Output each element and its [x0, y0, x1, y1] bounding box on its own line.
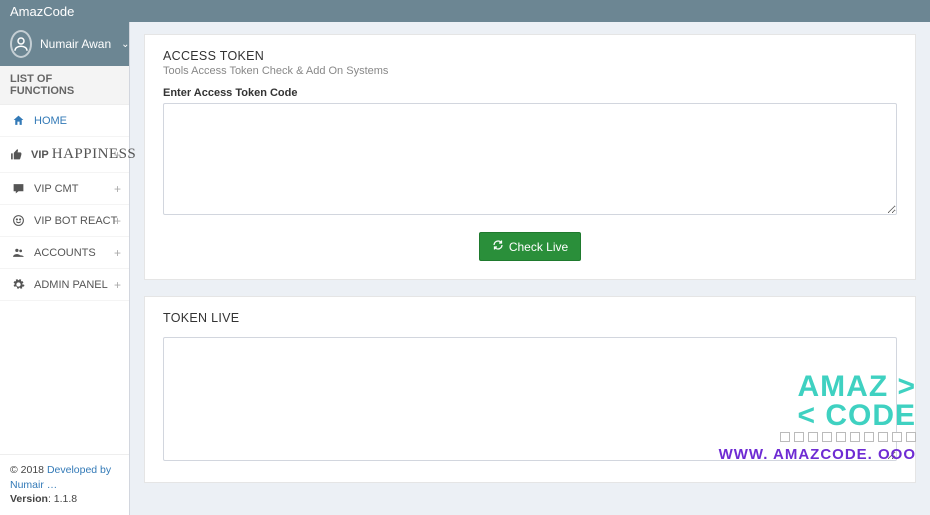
access-token-input[interactable] [163, 103, 897, 215]
sidebar-item-admin-panel[interactable]: ADMIN PANEL + [0, 269, 129, 301]
users-icon [10, 246, 26, 259]
panel-title: ACCESS TOKEN [163, 49, 897, 63]
sidebar-list-header: LIST OF FUNCTIONS [0, 66, 129, 105]
token-field-label: Enter Access Token Code [163, 87, 897, 99]
chevron-down-icon: ⌄ [121, 39, 129, 50]
sidebar: Numair Awan ⌄ LIST OF FUNCTIONS HOME VIP… [0, 22, 130, 515]
thumbs-up-icon [10, 148, 23, 161]
expand-icon: + [114, 148, 121, 162]
comment-icon [10, 182, 26, 195]
sidebar-item-vip-cmt[interactable]: VIP CMT + [0, 173, 129, 205]
refresh-icon [492, 239, 504, 254]
sidebar-item-label: ACCOUNTS [34, 247, 96, 259]
sidebar-item-vip-happiness[interactable]: VIP HAPPINESS + [0, 137, 129, 173]
smile-icon [10, 214, 26, 227]
expand-icon: + [114, 246, 121, 260]
expand-icon: + [114, 278, 121, 292]
user-block[interactable]: Numair Awan ⌄ [0, 22, 129, 66]
panel-title: TOKEN LIVE [163, 311, 897, 325]
gear-icon [10, 278, 26, 291]
sidebar-item-accounts[interactable]: ACCOUNTS + [0, 237, 129, 269]
expand-icon: + [114, 182, 121, 196]
copyright-prefix: © 2018 [10, 464, 47, 476]
sidebar-item-label-b: HAPPINESS [52, 146, 137, 163]
user-name: Numair Awan [40, 37, 111, 51]
check-live-button[interactable]: Check Live [479, 232, 581, 261]
sidebar-item-label-a: VIP [31, 149, 49, 161]
check-live-label: Check Live [509, 240, 568, 254]
brand-label: AmazCode [10, 4, 74, 19]
home-icon [10, 114, 26, 127]
version-label: Version [10, 493, 48, 505]
token-live-output[interactable] [163, 337, 897, 461]
sidebar-item-label: HOME [34, 115, 67, 127]
sidebar-footer: © 2018 Developed by Numair … Version: 1.… [0, 454, 129, 515]
sidebar-item-label: VIP BOT REACT [34, 215, 117, 227]
main-content: ACCESS TOKEN Tools Access Token Check & … [130, 22, 930, 515]
panel-token-live: TOKEN LIVE [144, 296, 916, 483]
sidebar-item-label: ADMIN PANEL [34, 279, 108, 291]
sidebar-item-home[interactable]: HOME [0, 105, 129, 137]
version-value: 1.1.8 [54, 493, 77, 505]
panel-access-token: ACCESS TOKEN Tools Access Token Check & … [144, 34, 916, 280]
panel-subtitle: Tools Access Token Check & Add On System… [163, 65, 897, 77]
avatar-icon [10, 30, 32, 58]
expand-icon: + [114, 214, 121, 228]
sidebar-menu: HOME VIP HAPPINESS + VIP CMT + [0, 105, 129, 301]
sidebar-item-vip-bot-react[interactable]: VIP BOT REACT + [0, 205, 129, 237]
top-header: AmazCode [0, 0, 930, 22]
sidebar-item-label: VIP CMT [34, 183, 78, 195]
